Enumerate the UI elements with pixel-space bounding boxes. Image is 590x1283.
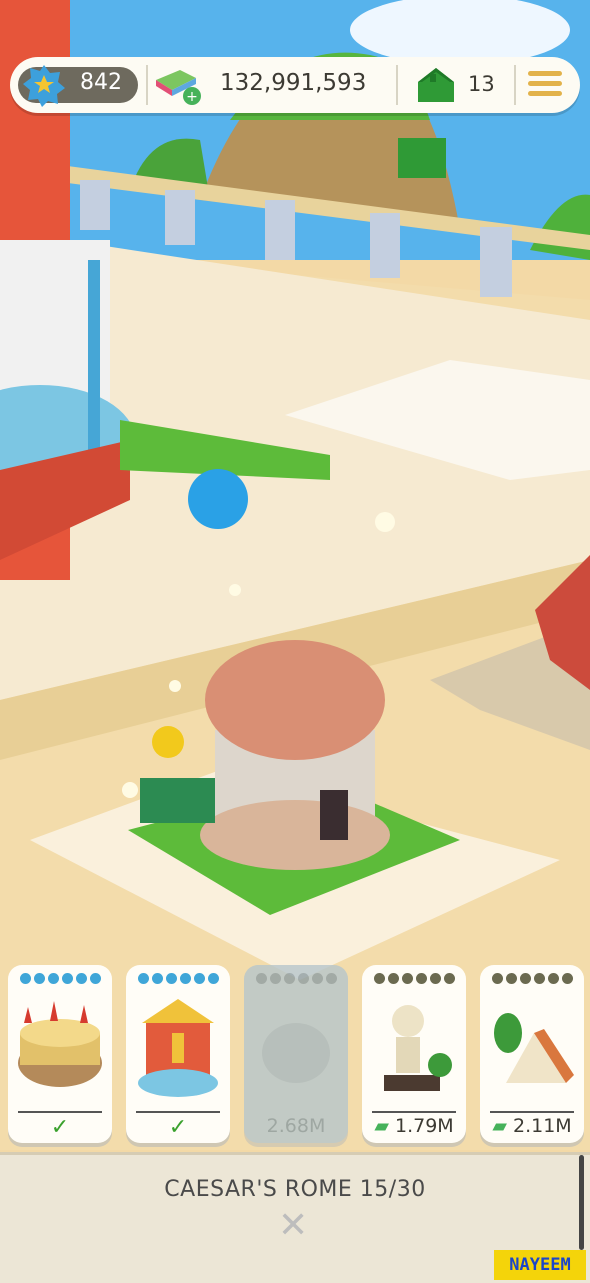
level-dots [480, 973, 584, 984]
houses-value: 13 [468, 72, 495, 96]
locked-building-icon [262, 1023, 330, 1083]
menu-icon[interactable] [528, 71, 562, 99]
card-price-value: 2.11M [512, 1115, 572, 1137]
green-house-icon[interactable] [414, 66, 458, 106]
divider [372, 1111, 456, 1113]
card-price: ▰ 1.79M [362, 1115, 466, 1137]
card-colosseum[interactable]: ✓ [8, 965, 112, 1143]
level-dots [8, 973, 112, 984]
card-locked-building[interactable]: 2.68M [244, 965, 348, 1143]
owned-check-icon: ✓ [168, 1115, 188, 1140]
xp-value: 842 [80, 70, 122, 95]
level-dots [362, 973, 466, 984]
owned-check-icon: ✓ [50, 1115, 70, 1140]
plus-icon: + [186, 89, 198, 105]
money-icon: ▰ [374, 1115, 389, 1137]
colosseum-icon [18, 1001, 102, 1087]
divider [146, 65, 148, 105]
statue-icon [384, 1005, 452, 1091]
city-progress-label: CAESAR'S ROME 15/30 [164, 1177, 426, 1202]
scrollbar[interactable] [579, 1155, 584, 1250]
card-fountain-temple[interactable]: ✓ [126, 965, 230, 1143]
tent-icon [494, 1013, 574, 1083]
resource-bar: 842 + 132,991,593 13 [10, 57, 580, 113]
divider [396, 65, 398, 105]
fountain-temple-icon [138, 999, 218, 1097]
bottom-panel: CAESAR'S ROME 15/30 ✕ NAYEEM [0, 1152, 590, 1283]
card-price-value: 1.79M [394, 1115, 454, 1137]
divider [514, 65, 516, 105]
money-icon: ▰ [492, 1115, 507, 1137]
divider [490, 1111, 574, 1113]
card-price: 2.68M [266, 1115, 326, 1137]
star-badge-icon [23, 65, 65, 107]
card-statue[interactable]: ▰ 1.79M [362, 965, 466, 1143]
card-tent[interactable]: ▰ 2.11M [480, 965, 584, 1143]
divider [18, 1111, 102, 1113]
watermark-badge: NAYEEM [494, 1250, 586, 1280]
building-cards: ✓ ✓ 2.68M ▰ 1.79M ▰ 2.11M [0, 960, 590, 1150]
card-price: ▰ 2.11M [480, 1115, 584, 1137]
money-stack-icon[interactable]: + [152, 66, 204, 106]
level-dots [126, 973, 230, 984]
close-icon[interactable]: ✕ [278, 1205, 308, 1246]
divider [136, 1111, 220, 1113]
level-dots [244, 973, 348, 984]
money-value: 132,991,593 [220, 70, 367, 96]
